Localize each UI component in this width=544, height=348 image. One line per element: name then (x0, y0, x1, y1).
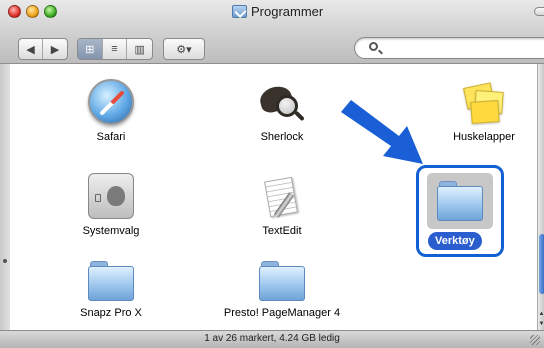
file-label: Sherlock (260, 131, 304, 143)
scroll-thumb[interactable] (539, 234, 544, 294)
vertical-scrollbar[interactable]: ▲ ▼ (537, 64, 544, 330)
safari-icon (88, 79, 134, 125)
file-label: Presto! PageManager 4 (223, 307, 341, 319)
sherlock-icon (257, 79, 305, 125)
status-text: 1 av 26 markert, 4.24 GB ledig (204, 333, 340, 344)
status-bar: 1 av 26 markert, 4.24 GB ledig (0, 330, 544, 348)
folder-icon (257, 261, 307, 301)
column-view-icon: ▥ (134, 43, 145, 56)
gear-icon: ⚙▾ (176, 43, 192, 56)
column-view-button[interactable]: ▥ (127, 39, 152, 59)
file-item-snapz-pro-x[interactable]: Snapz Pro X (56, 261, 166, 319)
scroll-up-icon[interactable]: ▲ (538, 310, 544, 318)
list-view-button[interactable]: ≡ (103, 39, 128, 59)
back-arrow-icon: ◀ (26, 43, 35, 56)
folder-icon (435, 181, 485, 221)
file-item-sherlock[interactable]: Sherlock (227, 79, 337, 143)
search-field[interactable] (354, 37, 544, 59)
nav-buttons: ◀ ▶ (18, 38, 68, 60)
file-label: Safari (96, 131, 126, 143)
file-label-selected: Verktøy (428, 232, 482, 250)
file-item-huskelapper[interactable]: Huskelapper (429, 79, 537, 143)
action-menu-button[interactable]: ⚙▾ (163, 38, 205, 60)
folder-body (88, 266, 134, 301)
folder-body (259, 266, 305, 301)
list-view-icon: ≡ (111, 43, 118, 55)
file-label: TextEdit (262, 225, 302, 237)
system-preferences-icon (88, 173, 134, 219)
scroll-down-icon[interactable]: ▼ (538, 320, 544, 328)
file-item-presto-pagemanager[interactable]: Presto! PageManager 4 (223, 261, 341, 319)
file-item-textedit[interactable]: TextEdit (227, 173, 337, 237)
apple-logo-icon (107, 186, 125, 206)
icon-view-icon: ⊞ (85, 43, 95, 56)
file-item-systemvalg[interactable]: Systemvalg (56, 173, 166, 237)
toolbar: Programmer ◀ ▶ ⊞ ≡ ▥ ⚙▾ (0, 0, 544, 64)
selection-highlight (427, 173, 493, 229)
zoom-button[interactable] (44, 5, 57, 18)
toolbar-toggle-button[interactable] (534, 7, 544, 16)
applications-folder-icon (232, 4, 247, 18)
forward-button[interactable]: ▶ (43, 39, 67, 59)
sticky-note (470, 100, 500, 124)
action-menu-segment[interactable]: ⚙▾ (164, 39, 204, 59)
folder-body (437, 186, 483, 221)
close-button[interactable] (8, 5, 21, 18)
stickies-icon (461, 79, 507, 125)
view-mode-buttons: ⊞ ≡ ▥ (77, 38, 153, 60)
file-label: Snapz Pro X (80, 307, 142, 319)
file-item-safari[interactable]: Safari (56, 79, 166, 143)
switch-shape (95, 194, 101, 202)
file-label: Huskelapper (453, 131, 515, 143)
resize-grip-icon[interactable] (530, 335, 540, 345)
window-title: Programmer (232, 3, 323, 19)
minimize-button[interactable] (26, 5, 39, 18)
file-item-verktoy[interactable]: Verktøy (416, 165, 504, 257)
window-title-text: Programmer (251, 3, 324, 19)
finder-window: Programmer ◀ ▶ ⊞ ≡ ▥ ⚙▾ Safari Sherlock … (0, 0, 544, 348)
search-icon (369, 42, 378, 51)
file-label: Systemvalg (82, 225, 140, 237)
forward-arrow-icon: ▶ (50, 43, 60, 56)
magnifier-handle (294, 110, 305, 122)
pointer-arrow-icon (341, 100, 423, 164)
icon-view-button[interactable]: ⊞ (78, 39, 103, 59)
resize-knob[interactable] (3, 259, 7, 263)
window-left-edge (0, 64, 10, 348)
folder-icon (86, 261, 136, 301)
back-button[interactable]: ◀ (19, 39, 44, 59)
textedit-icon (259, 173, 305, 219)
